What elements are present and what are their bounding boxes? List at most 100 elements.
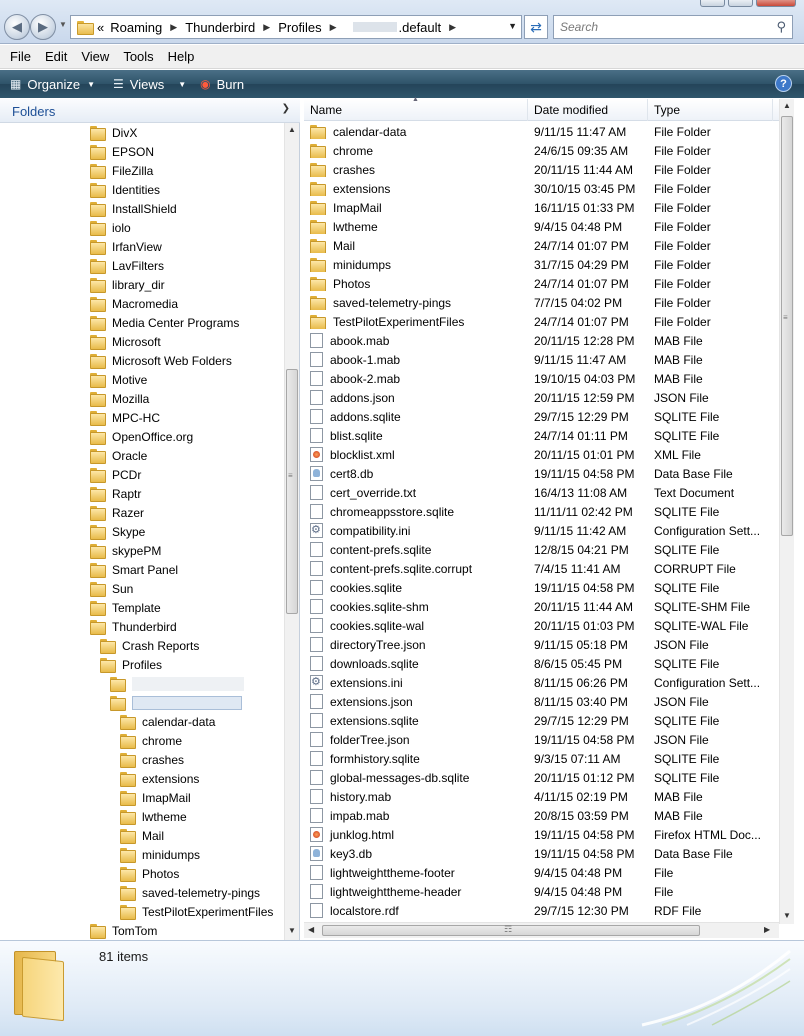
tree-item[interactable]: Motive — [90, 370, 147, 389]
file-row[interactable]: chrome 24/6/15 09:35 AM File Folder — [304, 141, 779, 160]
breadcrumb-separator-icon[interactable]: ▶ — [170, 22, 177, 33]
help-icon[interactable]: ? — [775, 75, 792, 92]
tree-item[interactable]: MPC-HC — [90, 408, 160, 427]
scrollbar-thumb[interactable] — [286, 369, 298, 614]
tree-item[interactable]: library_dir — [90, 275, 165, 294]
tree-item[interactable]: crashes — [120, 750, 184, 769]
breadcrumb-item-profile[interactable]: .default — [399, 20, 442, 35]
breadcrumb-separator-icon[interactable]: ▶ — [449, 22, 456, 33]
file-row[interactable]: chromeappsstore.sqlite 11/11/11 02:42 PM S… — [304, 502, 779, 521]
tree-item[interactable]: Oracle — [90, 446, 147, 465]
tree-item[interactable]: Profiles — [100, 655, 162, 674]
breadcrumb-item-roaming[interactable]: Roaming — [110, 20, 162, 35]
file-row[interactable]: downloads.sqlite 8/6/15 05:45 PM SQLITE Fi… — [304, 654, 779, 673]
tree-item[interactable]: Razer — [90, 503, 144, 522]
file-row[interactable]: Photos 24/7/14 01:07 PM File Folder — [304, 274, 779, 293]
breadcrumb-separator-icon[interactable]: ▶ — [263, 22, 270, 33]
file-row[interactable]: directoryTree.json 9/11/15 05:18 PM JSON F… — [304, 635, 779, 654]
tree-item[interactable]: Media Center Programs — [90, 313, 239, 332]
file-row[interactable]: key3.db 19/11/15 04:58 PM Data Base File — [304, 844, 779, 863]
scrollbar-thumb[interactable] — [781, 116, 793, 536]
file-row[interactable]: cookies.sqlite-wal 20/11/15 01:03 PM SQLIT… — [304, 616, 779, 635]
menu-help[interactable]: Help — [168, 49, 195, 64]
breadcrumb-separator-icon[interactable]: ▶ — [330, 22, 337, 33]
tree-item[interactable]: saved-telemetry-pings — [120, 883, 260, 902]
tree-item[interactable]: TestPilotExperimentFiles — [120, 902, 273, 921]
search-icon[interactable]: ⚲ — [776, 19, 786, 35]
tree-item[interactable]: calendar-data — [120, 712, 215, 731]
file-row[interactable]: cookies.sqlite-shm 20/11/15 11:44 AM SQLIT… — [304, 597, 779, 616]
file-row[interactable]: extensions.ini 8/11/15 06:26 PM Configurat… — [304, 673, 779, 692]
forward-button[interactable]: ▶ — [30, 14, 56, 40]
tree-item[interactable]: iolo — [90, 218, 131, 237]
file-row[interactable]: global-messages-db.sqlite 20/11/15 01:12 … — [304, 768, 779, 787]
tree-item[interactable]: skypePM — [90, 541, 161, 560]
file-row[interactable]: content-prefs.sqlite.corrupt 7/4/15 11:41… — [304, 559, 779, 578]
menu-file[interactable]: File — [10, 49, 31, 64]
file-row[interactable]: blocklist.xml 20/11/15 01:01 PM XML File — [304, 445, 779, 464]
tree-item[interactable]: Crash Reports — [100, 636, 199, 655]
tree-item[interactable]: Microsoft Web Folders — [90, 351, 232, 370]
breadcrumb-overflow-icon[interactable]: « — [97, 20, 104, 35]
scroll-left-arrow-icon[interactable]: ◀ — [308, 925, 314, 934]
file-row[interactable]: cert8.db 19/11/15 04:58 PM Data Base File — [304, 464, 779, 483]
file-row[interactable]: history.mab 4/11/15 02:19 PM MAB File — [304, 787, 779, 806]
file-row[interactable]: abook.mab 20/11/15 12:28 PM MAB File — [304, 331, 779, 350]
file-row[interactable]: cert_override.txt 16/4/13 11:08 AM Text Do… — [304, 483, 779, 502]
scroll-down-arrow-icon[interactable]: ▼ — [783, 911, 791, 920]
file-row[interactable]: addons.json 20/11/15 12:59 PM JSON File — [304, 388, 779, 407]
tree-item[interactable]: Sun — [90, 579, 133, 598]
tree-item[interactable]: FileZilla — [90, 161, 153, 180]
tree-item[interactable]: EPSON — [90, 142, 154, 161]
tree-item[interactable]: minidumps — [120, 845, 200, 864]
tree-item[interactable]: LavFilters — [90, 256, 164, 275]
file-row[interactable]: extensions 30/10/15 03:45 PM File Folder — [304, 179, 779, 198]
tree-item[interactable]: ImapMail — [120, 788, 191, 807]
file-row[interactable]: junklog.html 19/11/15 04:58 PM Firefox HTM… — [304, 825, 779, 844]
file-row[interactable]: extensions.json 8/11/15 03:40 PM JSON File — [304, 692, 779, 711]
file-row[interactable]: calendar-data 9/11/15 11:47 AM File Folder — [304, 122, 779, 141]
back-button[interactable]: ◀ — [4, 14, 30, 40]
file-row[interactable]: crashes 20/11/15 11:44 AM File Folder — [304, 160, 779, 179]
tree-item[interactable]: OpenOffice.org — [90, 427, 193, 446]
refresh-button[interactable]: ⇄ — [524, 15, 548, 39]
tree-item[interactable]: Mozilla — [90, 389, 149, 408]
file-row[interactable]: lwtheme 9/4/15 04:48 PM File Folder — [304, 217, 779, 236]
column-header-name[interactable]: ▲ Name — [304, 96, 528, 121]
tree-item[interactable]: IrfanView — [90, 237, 162, 256]
chevron-down-icon[interactable]: ❯ — [282, 103, 290, 114]
tree-item[interactable] — [110, 693, 242, 712]
tree-item[interactable]: Thunderbird — [90, 617, 177, 636]
close-button[interactable] — [756, 0, 796, 7]
recent-pages-dropdown-icon[interactable]: ▼ — [59, 20, 67, 29]
scroll-up-arrow-icon[interactable]: ▲ — [288, 125, 296, 134]
file-row[interactable]: saved-telemetry-pings 7/7/15 04:02 PM File… — [304, 293, 779, 312]
file-row[interactable]: Mail 24/7/14 01:07 PM File Folder — [304, 236, 779, 255]
search-input[interactable]: Search ⚲ — [553, 15, 793, 39]
tree-item[interactable]: DivX — [90, 123, 137, 142]
folders-header[interactable]: Folders ❯ — [0, 99, 300, 123]
tree-item[interactable]: lwtheme — [120, 807, 187, 826]
file-row[interactable]: folderTree.json 19/11/15 04:58 PM JSON Fil… — [304, 730, 779, 749]
file-row[interactable]: cookies.sqlite 19/11/15 04:58 PM SQLITE Fi… — [304, 578, 779, 597]
tree-item[interactable]: Macromedia — [90, 294, 178, 313]
file-list-horizontal-scrollbar[interactable]: ◀ ☶ ▶ — [304, 922, 779, 938]
tree-item[interactable]: TomTom — [90, 921, 157, 940]
tree-item[interactable]: Smart Panel — [90, 560, 178, 579]
breadcrumb-item-thunderbird[interactable]: Thunderbird — [185, 20, 255, 35]
tree-item[interactable]: Raptr — [90, 484, 141, 503]
organize-button[interactable]: ▦ Organize ▼ — [10, 77, 95, 92]
tree-item[interactable] — [110, 674, 244, 693]
file-row[interactable]: ImapMail 16/11/15 01:33 PM File Folder — [304, 198, 779, 217]
file-row[interactable]: lightweighttheme-header 9/4/15 04:48 PM Fi… — [304, 882, 779, 901]
maximize-button[interactable] — [728, 0, 753, 7]
scroll-down-arrow-icon[interactable]: ▼ — [288, 926, 296, 935]
tree-item[interactable]: Microsoft — [90, 332, 161, 351]
column-header-type[interactable]: Type — [648, 99, 773, 121]
tree-item[interactable]: Photos — [120, 864, 179, 883]
file-row[interactable]: extensions.sqlite 29/7/15 12:29 PM SQLITE … — [304, 711, 779, 730]
tree-item[interactable]: chrome — [120, 731, 182, 750]
file-row[interactable]: formhistory.sqlite 9/3/15 07:11 AM SQLITE … — [304, 749, 779, 768]
tree-item[interactable]: Template — [90, 598, 161, 617]
menu-tools[interactable]: Tools — [123, 49, 153, 64]
